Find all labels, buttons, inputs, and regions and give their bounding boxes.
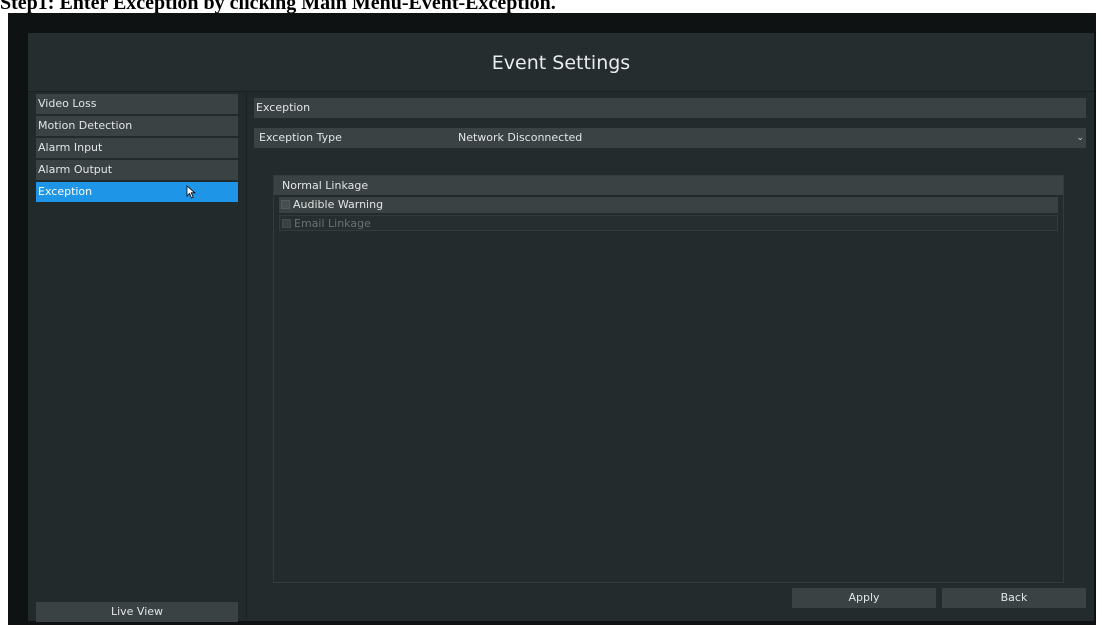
sidebar: Video Loss Motion Detection Alarm Input … — [28, 92, 247, 622]
email-linkage-label: Email Linkage — [294, 217, 371, 230]
section-title: Exception — [254, 98, 1086, 118]
email-linkage-checkbox[interactable]: Email Linkage — [279, 215, 1058, 231]
normal-linkage-title: Normal Linkage — [274, 176, 1063, 195]
audible-warning-checkbox[interactable]: Audible Warning — [279, 197, 1058, 213]
checkbox-icon[interactable] — [282, 219, 291, 228]
normal-linkage-panel: Normal Linkage Audible Warning Email Lin… — [273, 175, 1064, 583]
sidebar-item-video-loss[interactable]: Video Loss — [36, 94, 238, 114]
back-button[interactable]: Back — [942, 588, 1086, 608]
mouse-pointer-icon — [186, 185, 196, 199]
checkbox-icon[interactable] — [281, 200, 290, 209]
sidebar-item-alarm-input[interactable]: Alarm Input — [36, 138, 238, 158]
sidebar-item-label: Alarm Output — [38, 163, 113, 176]
sidebar-item-label: Exception — [38, 185, 93, 198]
dvr-screen: Event Settings Video Loss Motion Detecti… — [8, 13, 1096, 625]
exception-type-row: Exception Type Network Disconnected ⌄ — [254, 128, 1086, 148]
sidebar-item-alarm-output[interactable]: Alarm Output — [36, 160, 238, 180]
audible-warning-label: Audible Warning — [293, 198, 384, 211]
window-title: Event Settings — [28, 33, 1094, 92]
sidebar-item-motion-detection[interactable]: Motion Detection — [36, 116, 238, 136]
sidebar-item-label: Alarm Input — [38, 141, 103, 154]
apply-button[interactable]: Apply — [792, 588, 936, 608]
sidebar-item-label: Motion Detection — [38, 119, 133, 132]
event-settings-window: Event Settings Video Loss Motion Detecti… — [28, 33, 1094, 622]
exception-type-label: Exception Type — [259, 131, 342, 144]
sidebar-item-exception[interactable]: Exception — [36, 182, 238, 202]
sidebar-item-label: Video Loss — [38, 97, 97, 110]
exception-type-select[interactable]: Network Disconnected ⌄ — [454, 128, 1086, 148]
chevron-down-icon: ⌄ — [1076, 133, 1084, 143]
live-view-button[interactable]: Live View — [36, 602, 238, 622]
exception-type-value: Network Disconnected — [458, 131, 583, 144]
